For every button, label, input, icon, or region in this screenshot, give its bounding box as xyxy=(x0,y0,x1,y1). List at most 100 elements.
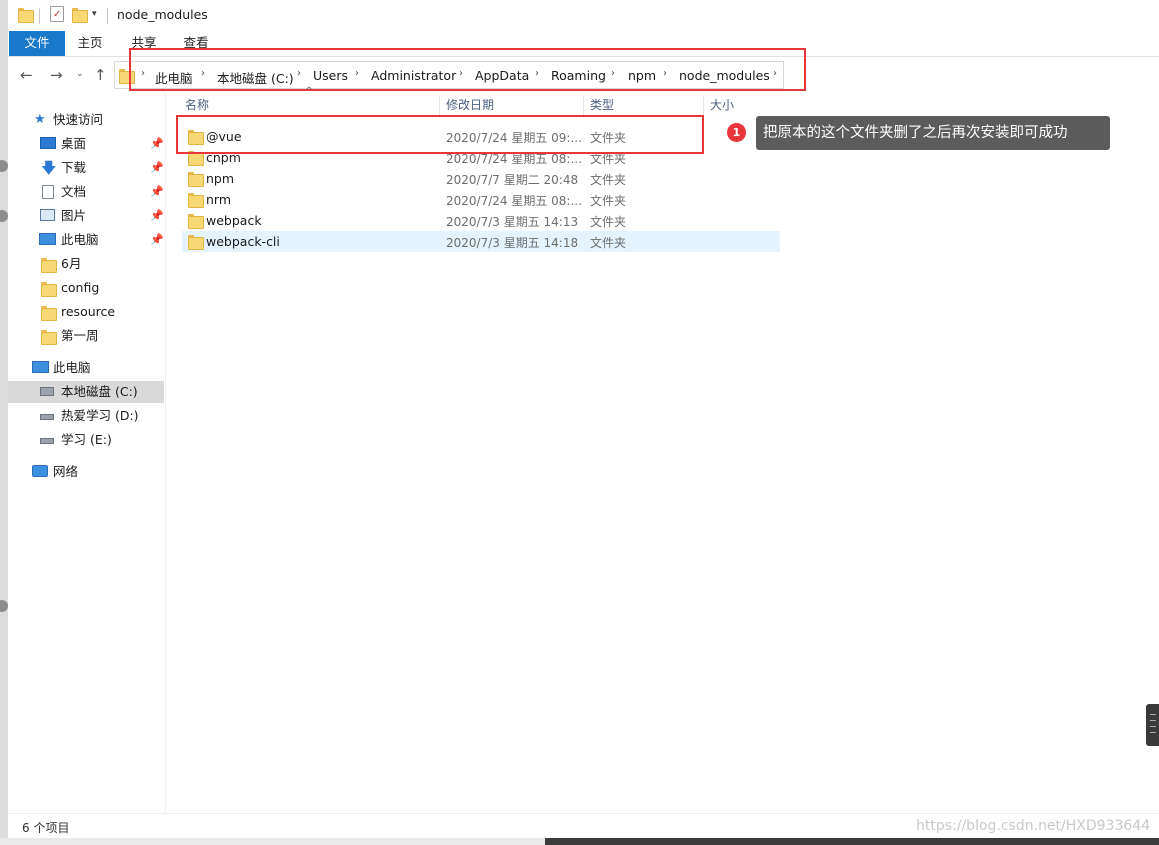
desktop-icon xyxy=(40,137,56,149)
sidebar-item-label: 6月 xyxy=(61,256,82,271)
column-header-name[interactable]: 名称 xyxy=(185,96,209,116)
side-scroll-widget[interactable] xyxy=(1146,704,1159,746)
divider xyxy=(107,8,108,24)
watermark: https://blog.csdn.net/HXD933644 xyxy=(916,818,1151,834)
drive-icon xyxy=(40,414,54,420)
desktop-icon-fragment xyxy=(0,210,8,222)
file-name: nrm xyxy=(206,192,232,207)
column-header-date[interactable]: 修改日期 xyxy=(446,96,494,116)
properties-icon[interactable]: ✓ xyxy=(50,6,64,22)
file-name: webpack xyxy=(206,213,262,228)
sidebar-item-folder-resource[interactable]: resource xyxy=(8,301,164,323)
desktop-icon-fragment xyxy=(0,160,8,172)
sidebar-item-label: resource xyxy=(61,304,116,319)
download-icon: 🡇 xyxy=(41,159,57,177)
network-icon xyxy=(32,465,48,477)
sidebar-item-documents[interactable]: 文档 📌 xyxy=(8,181,164,203)
file-type: 文件夹 xyxy=(590,194,627,208)
picture-icon xyxy=(40,209,55,221)
pin-icon[interactable]: 📌 xyxy=(150,229,164,251)
address-highlight-box xyxy=(129,48,806,91)
computer-icon xyxy=(32,361,49,373)
drive-icon xyxy=(40,387,54,396)
file-row-nrm[interactable]: nrm 2020/7/24 星期五 08:... 文件夹 xyxy=(182,189,780,210)
folder-icon xyxy=(41,281,57,297)
navigation-pane: ★ 快速访问 桌面 📌 🡇 下载 📌 文档 📌 图片 📌 此电脑 📌 6月 co… xyxy=(8,92,166,813)
file-date: 2020/7/3 星期五 14:18 xyxy=(446,236,579,250)
drive-icon xyxy=(40,438,54,444)
tab-home[interactable]: 主页 xyxy=(74,31,106,56)
sidebar-item-drive-e[interactable]: 学习 (E:) xyxy=(8,429,164,451)
sidebar-item-label: 桌面 xyxy=(61,136,87,151)
folder-icon xyxy=(188,192,204,208)
file-date: 2020/7/7 星期二 20:48 xyxy=(446,173,579,187)
sidebar-item-label: 图片 xyxy=(61,208,87,223)
sidebar-item-quick-access[interactable]: ★ 快速访问 xyxy=(8,109,164,131)
title-bar: ✓ ▾ node_modules xyxy=(8,0,1159,31)
taskbar-edge xyxy=(0,838,1159,845)
customize-toolbar-icon[interactable]: ▾ xyxy=(92,9,97,19)
sidebar-item-label: 网络 xyxy=(53,464,79,479)
pin-icon[interactable]: 📌 xyxy=(150,157,164,179)
file-row-webpack-cli[interactable]: webpack-cli 2020/7/3 星期五 14:18 文件夹 xyxy=(182,231,780,252)
pin-icon[interactable]: 📌 xyxy=(150,133,164,155)
column-header-type[interactable]: 类型 xyxy=(590,96,614,116)
sidebar-item-pictures[interactable]: 图片 📌 xyxy=(8,205,164,227)
sidebar-item-folder-june[interactable]: 6月 xyxy=(8,253,164,275)
file-type: 文件夹 xyxy=(590,215,627,229)
file-row-webpack[interactable]: webpack 2020/7/3 星期五 14:13 文件夹 xyxy=(182,210,780,231)
sidebar-item-folder-config[interactable]: config xyxy=(8,277,164,299)
sidebar-item-label: 热爱学习 (D:) xyxy=(61,408,139,423)
folder-icon xyxy=(188,171,204,187)
sidebar-item-label: 下载 xyxy=(61,160,87,175)
sidebar-item-network[interactable]: 网络 xyxy=(8,461,164,483)
computer-icon xyxy=(39,233,56,245)
file-type: 文件夹 xyxy=(590,173,627,187)
sidebar-item-label: 本地磁盘 (C:) xyxy=(61,384,138,399)
sidebar-item-label: 此电脑 xyxy=(53,360,91,375)
annotation-number-badge: 1 xyxy=(727,123,746,142)
folder-icon xyxy=(188,213,204,229)
taskbar-dark-segment xyxy=(545,838,1159,845)
folder-icon xyxy=(41,329,57,345)
folder-icon xyxy=(188,234,204,250)
item-count: 6 个项目 xyxy=(22,821,70,835)
up-arrow-icon[interactable]: ↑ xyxy=(94,66,107,84)
sort-up-icon: ^ xyxy=(305,86,314,97)
file-name: npm xyxy=(206,171,235,186)
grip-line xyxy=(1150,732,1156,733)
folder-icon xyxy=(41,305,57,321)
back-arrow-icon[interactable]: ← xyxy=(20,66,33,84)
star-icon: ★ xyxy=(34,112,46,127)
sidebar-item-desktop[interactable]: 桌面 📌 xyxy=(8,133,164,155)
column-header-size[interactable]: 大小 xyxy=(710,96,734,116)
new-folder-icon[interactable] xyxy=(72,7,88,23)
grip-line xyxy=(1150,720,1156,721)
pin-icon[interactable]: 📌 xyxy=(150,181,164,203)
file-date: 2020/7/3 星期五 14:13 xyxy=(446,215,579,229)
sidebar-item-folder-week-one[interactable]: 第一周 xyxy=(8,325,164,347)
window-title: node_modules xyxy=(117,7,208,22)
recent-locations-icon[interactable]: ⌄ xyxy=(76,69,84,79)
grip-line xyxy=(1150,726,1156,727)
pin-icon[interactable]: 📌 xyxy=(150,205,164,227)
sidebar-item-this-pc-pinned[interactable]: 此电脑 📌 xyxy=(8,229,164,251)
sidebar-item-downloads[interactable]: 🡇 下载 📌 xyxy=(8,157,164,179)
sidebar-item-drive-c[interactable]: 本地磁盘 (C:) xyxy=(8,381,164,403)
sidebar-item-this-pc[interactable]: 此电脑 xyxy=(8,357,164,379)
sidebar-item-label: 文档 xyxy=(61,184,87,199)
folder-icon xyxy=(18,7,34,23)
tab-file[interactable]: 文件 xyxy=(9,31,65,56)
file-row-npm[interactable]: npm 2020/7/7 星期二 20:48 文件夹 xyxy=(182,168,780,189)
annotation-callout: 把原本的这个文件夹删了之后再次安装即可成功 xyxy=(756,116,1110,150)
folder-icon xyxy=(41,257,57,273)
desktop-edge xyxy=(0,0,8,845)
file-name: webpack-cli xyxy=(206,234,280,249)
vue-folder-highlight-box xyxy=(176,115,704,154)
divider xyxy=(39,8,40,24)
forward-arrow-icon[interactable]: → xyxy=(50,66,63,84)
sidebar-item-drive-d[interactable]: 热爱学习 (D:) xyxy=(8,405,164,427)
sidebar-item-label: 第一周 xyxy=(61,328,99,343)
file-type: 文件夹 xyxy=(590,236,627,250)
sidebar-item-label: config xyxy=(61,280,100,295)
